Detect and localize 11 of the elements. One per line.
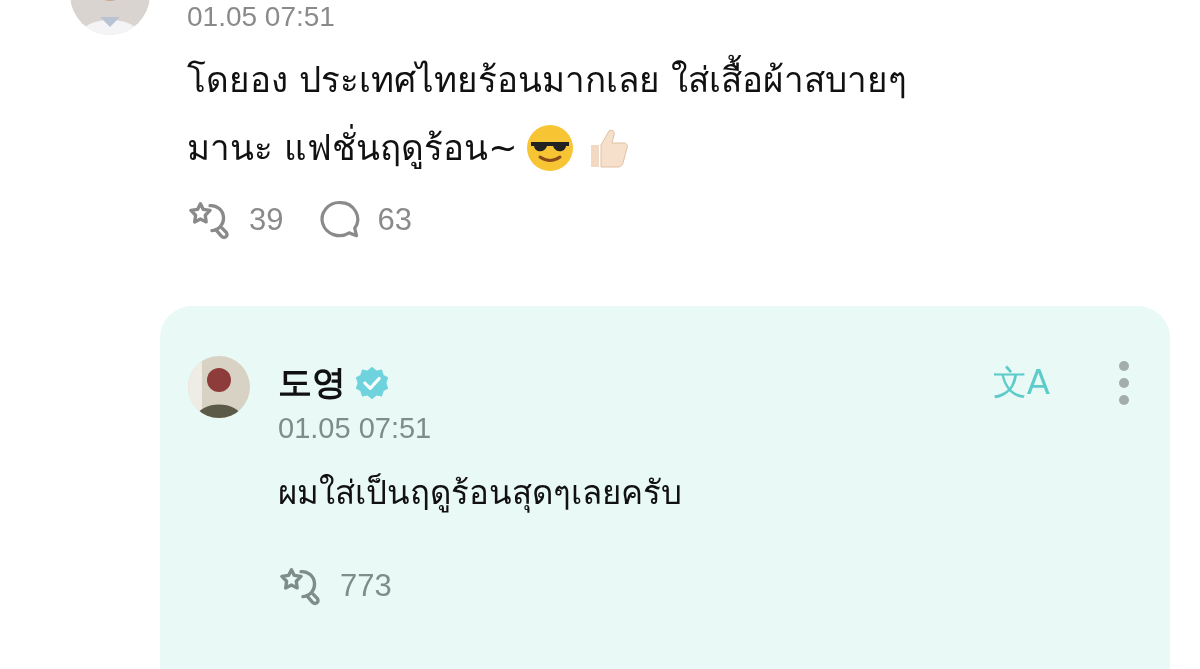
reply-text: ผมใส่เป็นฤดูร้อนสุดๆเลยครับ (278, 472, 683, 515)
like-count: 39 (249, 202, 284, 238)
like-count: 773 (340, 568, 392, 604)
comment-count: 63 (377, 202, 412, 238)
post-text: โดยอง ประเทศไทยร้อนมากเลย ใส่เสื้อผ้าสบายๆ (187, 46, 908, 114)
sunglasses-face-icon (525, 123, 576, 173)
user-name[interactable]: 도영 (278, 360, 346, 406)
post-date: 01.05 07:51 (187, 0, 336, 34)
reply-date: 01.05 07:51 (278, 411, 433, 446)
post-text: มานะ แฟชั่นฤดูร้อน~ (187, 114, 518, 182)
more-icon[interactable] (1118, 358, 1130, 408)
